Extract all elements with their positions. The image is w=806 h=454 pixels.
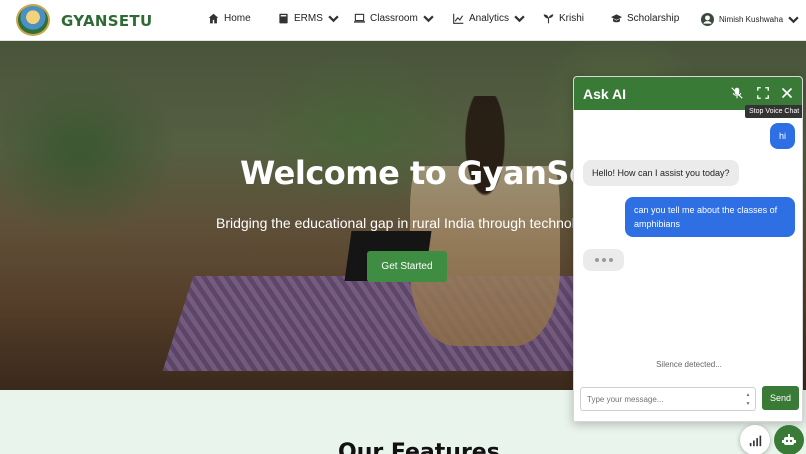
gyansetu-logo[interactable]: [16, 4, 50, 36]
laptop-icon: [354, 13, 365, 23]
graduation-cap-icon: [611, 14, 622, 23]
typing-dot: [594, 258, 599, 262]
sprout-icon: [543, 14, 554, 24]
nav-classroom[interactable]: Classroom: [354, 13, 434, 24]
bot-message: Hello! How can I assist you today?: [583, 160, 739, 186]
user-message: hi: [770, 123, 796, 149]
nav-erms[interactable]: ERMS: [278, 13, 339, 24]
typing-indicator: [583, 249, 624, 271]
chart-icon: [453, 13, 464, 24]
features-title: Our Features: [338, 440, 500, 454]
nav-scholarship-label: Scholarship: [627, 13, 680, 24]
page: { "brand": { "name": "GYANSETU" }, "nav"…: [0, 0, 806, 454]
voice-status-text: Silence detected...: [656, 360, 722, 369]
chevron-down-icon: [423, 15, 434, 23]
close-chat-button[interactable]: [779, 85, 795, 101]
spin-down-icon[interactable]: ▼: [746, 401, 751, 407]
send-button[interactable]: Send: [762, 386, 799, 410]
typing-dot: [608, 258, 613, 262]
nav-scholarship[interactable]: Scholarship: [611, 13, 679, 24]
nav-analytics-label: Analytics: [469, 13, 510, 24]
nav-krishi-label: Krishi: [559, 13, 585, 24]
message-input[interactable]: [587, 392, 737, 407]
top-navbar: GYANSETU Home ERMS Classroom Analytics K…: [0, 0, 806, 41]
close-icon: [781, 87, 793, 99]
nav-home[interactable]: Home: [208, 13, 251, 24]
robot-icon: [782, 434, 796, 445]
ask-ai-chat-panel: Ask AI Stop Voice Chat hi Hello! How can…: [573, 76, 803, 422]
brand-name[interactable]: GYANSETU: [61, 12, 152, 30]
nav-analytics[interactable]: Analytics: [453, 13, 525, 24]
voice-signal-button[interactable]: [740, 425, 770, 454]
hero-subtitle: Bridging the educational gap in rural In…: [216, 215, 575, 231]
nav-erms-label: ERMS: [294, 13, 323, 24]
user-menu[interactable]: Nimish Kushwaha: [701, 13, 799, 26]
book-icon: [279, 13, 288, 24]
stop-voice-chat-tooltip: Stop Voice Chat: [745, 105, 802, 118]
hero-title: Welcome to GyanSetu: [240, 154, 628, 192]
input-spinner[interactable]: ▲ ▼: [744, 392, 752, 407]
expand-icon: [757, 87, 769, 99]
typing-dot: [601, 258, 606, 262]
message-input-container: ▲ ▼: [580, 387, 756, 411]
signal-icon: [749, 435, 761, 446]
spin-up-icon[interactable]: ▲: [746, 392, 751, 398]
nav-krishi[interactable]: Krishi: [543, 13, 584, 24]
mic-off-icon: [731, 87, 743, 99]
user-circle-icon: [701, 13, 714, 26]
chat-title: Ask AI: [583, 86, 627, 102]
chevron-down-icon: [328, 15, 339, 23]
nav-home-label: Home: [224, 13, 251, 24]
get-started-button[interactable]: Get Started: [367, 251, 447, 282]
chevron-down-icon: [788, 16, 799, 24]
user-message: can you tell me about the classes of amp…: [625, 197, 795, 237]
stop-voice-chat-button[interactable]: [729, 85, 745, 101]
home-icon: [208, 13, 219, 24]
chatbot-toggle-button[interactable]: [774, 425, 804, 454]
nav-classroom-label: Classroom: [370, 13, 418, 24]
chevron-down-icon: [514, 15, 525, 23]
user-name: Nimish Kushwaha: [719, 15, 784, 24]
expand-chat-button[interactable]: [755, 85, 771, 101]
